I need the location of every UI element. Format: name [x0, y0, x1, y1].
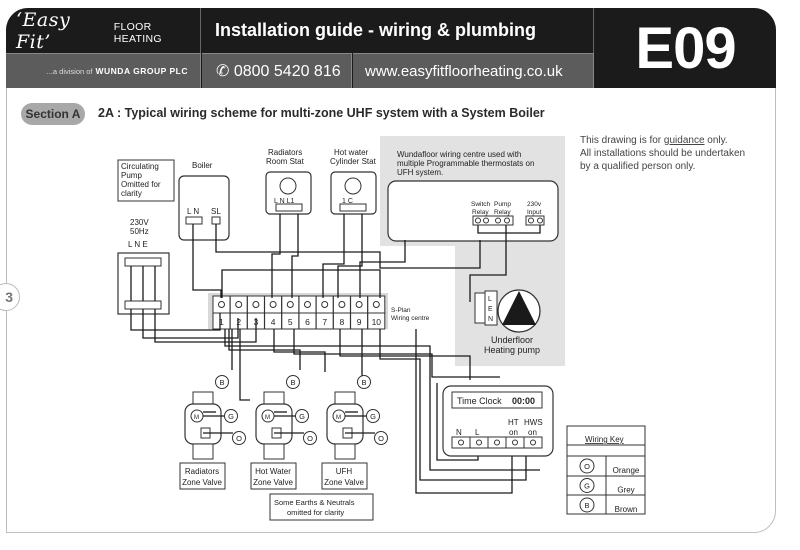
valve-title-1: Radiators	[185, 467, 219, 476]
splan-terminal-label: 8	[340, 317, 345, 327]
relay-terminals	[472, 215, 545, 226]
ht-2: on	[509, 428, 518, 437]
room-stat-title-1: Radiators	[268, 148, 302, 157]
pump-title-1: Underfloor	[491, 335, 533, 345]
valve-title-2: Zone Valve	[324, 478, 364, 487]
splan-terminal-label: 4	[271, 317, 276, 327]
brown-marker-label: B	[219, 378, 224, 387]
cyl-stat-title-1: Hot water	[334, 148, 369, 157]
boiler-sl: SL	[211, 207, 221, 216]
wc-note-3: UFH system.	[397, 168, 443, 177]
splan-label-2: Wiring centre	[391, 315, 430, 322]
boiler-ln: L N	[187, 207, 199, 216]
splan-terminal-label: 7	[322, 317, 327, 327]
grey-marker-label: G	[370, 412, 376, 421]
splan-terminal-label: 5	[288, 317, 293, 327]
time-clock-time: 00:00	[512, 396, 535, 406]
splan-screw-7	[315, 295, 334, 314]
time-clock-terminal	[451, 436, 471, 449]
key-color-label: Grey	[617, 486, 634, 495]
earths-note-2: omitted for clarity	[287, 508, 344, 517]
wiring-diagram: Wundafloor wiring centre used with multi…	[117, 136, 646, 521]
key-symbol-label: G	[584, 482, 590, 491]
splan-screw-3	[246, 295, 265, 314]
key-color-label: Brown	[615, 505, 638, 514]
hws-2: on	[528, 428, 537, 437]
tc-l: L	[475, 428, 480, 437]
time-clock-terminal	[487, 436, 507, 449]
zone-valves: M Radiators Zone Valve B G O M Hot Water Zone Va…	[179, 375, 388, 490]
brown-marker-label: B	[361, 378, 366, 387]
motor-label: M	[265, 415, 270, 421]
time-clock-terminal	[469, 436, 489, 449]
hws-1: HWS	[524, 418, 543, 427]
pump-relay-1: Pump	[494, 201, 511, 208]
key-symbol-label: B	[584, 501, 589, 510]
pump-term-l: L	[488, 296, 492, 303]
splan-terminal-label: 10	[372, 317, 382, 327]
motor-label: M	[336, 415, 341, 421]
splan-screw-4	[264, 295, 283, 314]
orange-marker-label: O	[378, 434, 384, 443]
wiring-key-title: Wiring Key	[585, 435, 624, 444]
splan-screw-1	[212, 295, 231, 314]
circ-note-4: clarity	[121, 189, 142, 198]
zone-valve: M Hot Water Zone Valve B G O	[250, 375, 317, 490]
splan-terminal-label: 2	[236, 317, 241, 327]
brown-marker-label: B	[290, 378, 295, 387]
time-clock-terminal	[523, 436, 543, 449]
grey-marker-label: G	[299, 412, 305, 421]
valve-title-2: Zone Valve	[253, 478, 293, 487]
earths-note-1: Some Earths & Neutrals	[274, 498, 355, 507]
splan-screw-6	[298, 295, 317, 314]
key-symbol-label: O	[584, 462, 590, 471]
supply-voltage: 230V	[130, 218, 149, 227]
zone-valve: M UFH Zone Valve B G O	[321, 375, 388, 490]
grey-marker-label: G	[228, 412, 234, 421]
supply-terminals: L N E	[128, 240, 148, 249]
cyl-stat-title-2: Cylinder Stat	[330, 157, 377, 166]
splan-label-1: S-Plan	[391, 307, 411, 314]
motor-label: M	[194, 415, 199, 421]
supply-freq: 50Hz	[130, 227, 149, 236]
zone-valve: M Radiators Zone Valve B G O	[179, 375, 246, 490]
orange-marker-label: O	[236, 434, 242, 443]
switch-relay-1: Switch	[471, 201, 491, 208]
circ-note-3: Omitted for	[121, 180, 161, 189]
wc-note-1: Wundafloor wiring centre used with	[397, 150, 521, 159]
splan-screw-5	[281, 295, 300, 314]
splan-screw-8	[332, 295, 351, 314]
pump-relay-2: Relay	[494, 209, 511, 216]
time-clock-terminals	[451, 436, 543, 449]
pump-term-n: N	[488, 316, 493, 323]
pump-term-e: E	[488, 306, 493, 313]
ht-1: HT	[508, 418, 519, 427]
circ-note-1: Circulating	[121, 162, 159, 171]
splan-terminals: 1 2 3 4 5 6 7 8 9 10	[212, 295, 386, 330]
orange-marker-label: O	[307, 434, 313, 443]
valve-title-1: UFH	[336, 467, 353, 476]
time-clock-title: Time Clock	[457, 396, 502, 406]
valve-title-1: Hot Water	[255, 467, 291, 476]
splan-terminal-label: 9	[357, 317, 362, 327]
switch-relay-2: Relay	[472, 209, 489, 216]
circ-note-2: Pump	[121, 171, 142, 180]
splan-terminal-label: 6	[305, 317, 310, 327]
wiring-key: Wiring Key O Orange G Grey B Brown	[566, 425, 646, 515]
room-stat-title-2: Room Stat	[266, 157, 305, 166]
splan-screw-10	[367, 295, 386, 314]
wc-note-2: multiple Programmable thermostats on	[397, 159, 534, 168]
tc-n: N	[456, 428, 462, 437]
boiler-title: Boiler	[192, 161, 213, 170]
pump-title-2: Heating pump	[484, 345, 540, 355]
input-1: 230v	[527, 201, 542, 208]
input-2: Input	[527, 209, 542, 216]
splan-screw-2	[229, 295, 248, 314]
valve-title-2: Zone Valve	[182, 478, 222, 487]
splan-screw-9	[350, 295, 369, 314]
key-color-label: Orange	[613, 466, 640, 475]
time-clock-terminal	[505, 436, 525, 449]
